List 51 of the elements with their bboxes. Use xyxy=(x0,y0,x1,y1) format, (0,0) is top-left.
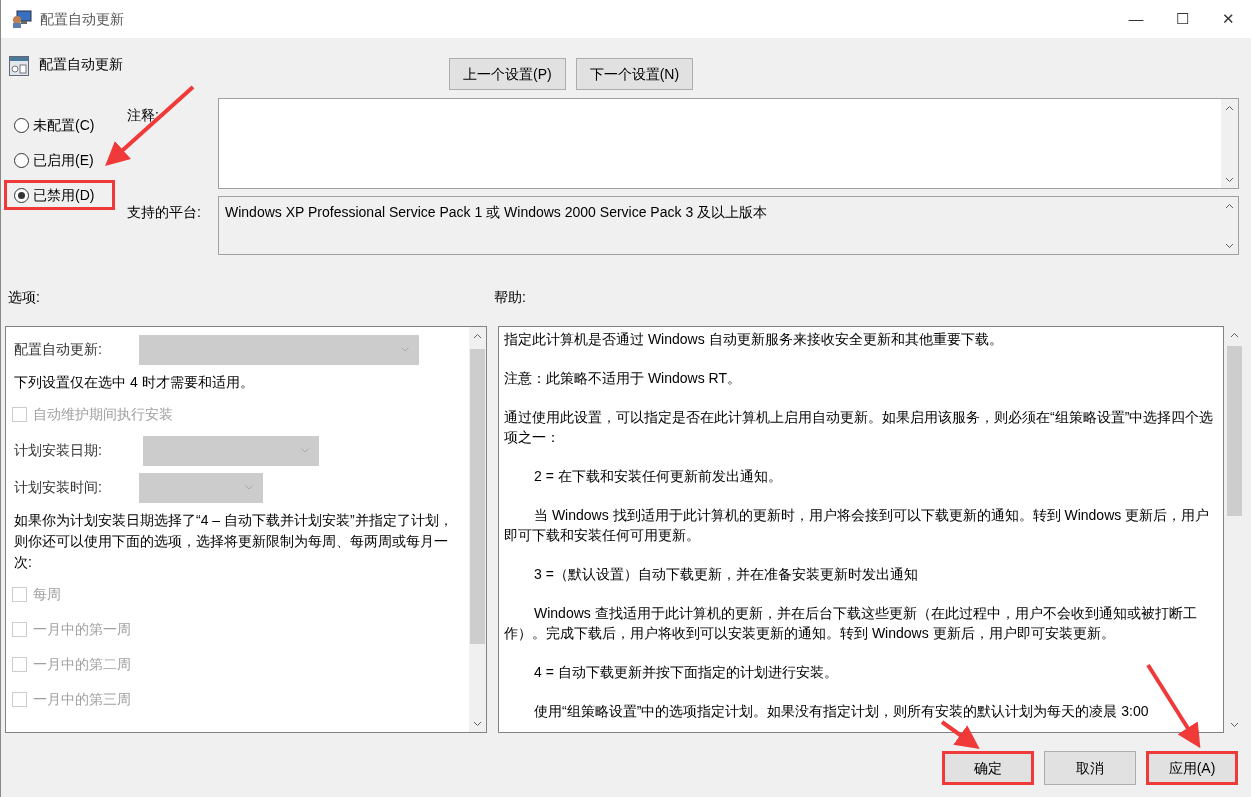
scrollbar[interactable] xyxy=(469,327,486,732)
help-label: 帮助: xyxy=(494,288,526,307)
policy-icon xyxy=(9,56,29,76)
help-paragraph: 使用“组策略设置”中的选项指定计划。如果没有指定计划，则所有安装的默认计划为每天的凌晨 3:00 xyxy=(533,702,1150,721)
instruction-text: 如果你为计划安装日期选择了“4 – 自动下载并计划安装”并指定了计划，则你还可以使用下面的选项，选择将更新限制为每周、每两周或每月一次: xyxy=(14,511,454,572)
platform-text: Windows XP Professional Service Pack 1 或 Windows 2000 Service Pack 3 及以上版本 xyxy=(224,203,769,222)
help-paragraph: 注意：此策略不适用于 Windows RT。 xyxy=(504,369,742,388)
help-paragraph: 4 = 自动下载更新并按下面指定的计划进行安装。 xyxy=(533,663,839,682)
nav-button[interactable]: 下一个设置(N) xyxy=(575,58,694,90)
dropdown-label: 计划安装日期: xyxy=(14,441,103,460)
options-label: 选项: xyxy=(7,288,41,307)
dialog-button[interactable]: 确定 xyxy=(942,751,1034,785)
chevron-down-icon xyxy=(401,347,409,352)
help-paragraph: 3 =（默认设置）自动下载更新，并在准备安装更新时发出通知 xyxy=(533,565,919,584)
help-paragraph: 指定此计算机是否通过 Windows 自动更新服务来接收安全更新和其他重要下载。 xyxy=(504,330,1004,349)
annotation-arrow xyxy=(940,720,980,749)
scroll-up-icon[interactable] xyxy=(473,332,482,339)
comment-label: 注释: xyxy=(127,107,159,123)
scrollbar[interactable] xyxy=(1221,99,1238,188)
scroll-down-icon[interactable] xyxy=(1225,176,1234,183)
comment-field[interactable] xyxy=(218,98,1239,189)
maximize-button[interactable]: ☐ xyxy=(1159,0,1205,38)
scroll-thumb[interactable] xyxy=(1227,346,1242,516)
minimize-button[interactable]: — xyxy=(1113,0,1159,38)
computer-icon xyxy=(12,10,32,28)
instruction-text: 下列设置仅在选中 4 时才需要和适用。 xyxy=(14,373,255,392)
chevron-down-icon xyxy=(245,485,253,490)
scroll-up-icon[interactable] xyxy=(1225,104,1234,111)
help-paragraph: Windows 查找适用于此计算机的更新，并在后台下载这些更新（在此过程中，用户不会收到通知或被打断工作）。完成下载后，用户将收到可以安装更新的通知。转到 Windows 更新后，用户即可安装更新。 xyxy=(504,604,1198,643)
help-paragraph: 当 Windows 找到适用于此计算机的更新时，用户将会接到可以下载更新的通知。转到 Windows 更新后，用户即可下载和安装任何可用更新。 xyxy=(504,506,1211,545)
help-paragraph: 2 = 在下载和安装任何更新前发出通知。 xyxy=(533,467,783,486)
radio-option[interactable]: 已禁用(D) xyxy=(4,180,115,210)
policy-title: 配置自动更新 xyxy=(38,55,124,74)
scroll-down-icon[interactable] xyxy=(1225,242,1234,249)
scroll-thumb[interactable] xyxy=(470,349,485,644)
radio-option[interactable]: 已启用(E) xyxy=(4,145,115,175)
scroll-down-icon[interactable] xyxy=(1230,721,1239,728)
dropdown-label: 配置自动更新: xyxy=(14,340,103,359)
chevron-down-icon xyxy=(301,448,309,453)
close-button[interactable]: ✕ xyxy=(1205,0,1251,38)
platform-label: 支持的平台: xyxy=(126,203,202,222)
radio-option[interactable]: 未配置(C) xyxy=(4,110,115,140)
window-title: 配置自动更新 xyxy=(40,9,124,29)
scroll-down-icon[interactable] xyxy=(473,720,482,727)
dialog-button[interactable]: 取消 xyxy=(1044,751,1136,785)
help-paragraph: 通过使用此设置，可以指定是否在此计算机上启用自动更新。如果启用该服务，则必须在“组策略设置”中选择四个选项之一： xyxy=(504,408,1215,447)
dialog-button[interactable]: 应用(A) xyxy=(1146,751,1238,785)
dropdown-label: 计划安装时间: xyxy=(14,478,103,497)
scroll-up-icon[interactable] xyxy=(1225,202,1234,209)
scroll-up-icon[interactable] xyxy=(1230,331,1239,338)
nav-button[interactable]: 上一个设置(P) xyxy=(449,58,566,90)
